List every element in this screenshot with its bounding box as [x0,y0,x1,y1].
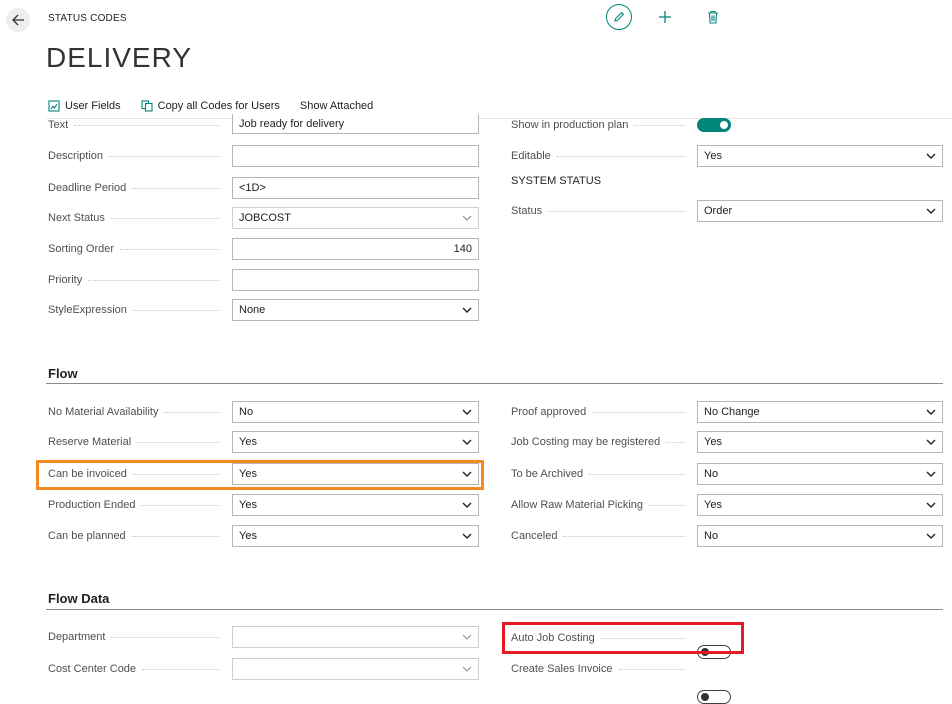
allow-raw-material-picking-label: Allow Raw Material Picking [511,497,691,513]
chevron-down-icon [462,666,472,672]
flow-data-section-divider [46,609,943,610]
production-ended-label: Production Ended [48,497,226,513]
action-bar: User Fields Copy all Codes for Users Sho… [48,100,373,112]
proof-approved-select[interactable]: No Change [697,401,943,423]
chevron-down-icon [462,533,472,539]
chevron-down-icon [926,471,936,477]
no-material-availability-label: No Material Availability [48,404,226,420]
canceled-label: Canceled [511,528,691,544]
plus-icon [659,11,671,23]
next-status-lookup[interactable]: JOBCOST [232,207,479,229]
chevron-down-icon [462,502,472,508]
department-lookup[interactable] [232,626,479,648]
chevron-down-icon [926,439,936,445]
to-be-archived-label: To be Archived [511,466,691,482]
page-title: DELIVERY [46,42,192,73]
job-costing-registered-select[interactable]: Yes [697,431,943,453]
status-label: Status [511,203,691,219]
text-input[interactable]: Job ready for delivery [232,114,479,134]
highlight-auto-job-costing [502,622,744,654]
can-be-planned-select[interactable]: Yes [232,525,479,547]
create-sales-invoice-label: Create Sales Invoice [511,661,691,677]
cost-center-code-label: Cost Center Code [48,661,226,677]
flow-section-title: Flow [48,366,78,381]
sorting-order-label: Sorting Order [48,241,226,257]
production-ended-select[interactable]: Yes [232,494,479,516]
no-material-availability-select[interactable]: No [232,401,479,423]
show-attached-label: Show Attached [299,100,374,112]
department-label: Department [48,629,226,645]
style-expression-select[interactable]: None [232,299,479,321]
text-label: Text [48,118,226,132]
copy-codes-action[interactable]: Copy all Codes for Users [141,100,280,112]
flow-section-divider [46,383,943,384]
flow-data-section-title: Flow Data [48,591,110,606]
arrow-left-icon [12,14,24,26]
chevron-down-icon [462,215,472,221]
style-expression-label: StyleExpression [48,302,226,318]
editable-select[interactable]: Yes [697,145,943,167]
status-select[interactable]: Order [697,200,943,222]
chevron-down-icon [926,208,936,214]
copy-icon [141,100,153,112]
show-attached-action[interactable]: Show Attached [300,100,373,112]
job-costing-registered-label: Job Costing may be registered [511,434,691,450]
back-button[interactable] [6,8,30,32]
toggle-knob [720,121,728,129]
pencil-icon [614,11,625,22]
user-fields-label: User Fields [65,100,121,112]
chevron-down-icon [926,409,936,415]
highlight-production-ended [36,460,484,490]
chevron-down-icon [462,409,472,415]
next-status-label: Next Status [48,210,226,226]
to-be-archived-select[interactable]: No [697,463,943,485]
cost-center-code-lookup[interactable] [232,658,479,680]
editable-label: Editable [511,148,691,164]
proof-approved-label: Proof approved [511,404,691,420]
chevron-down-icon [926,533,936,539]
allow-raw-material-picking-select[interactable]: Yes [697,494,943,516]
create-sales-invoice-toggle[interactable] [697,690,731,704]
priority-input[interactable] [232,269,479,291]
sorting-order-input[interactable]: 140 [232,238,479,260]
reserve-material-label: Reserve Material [48,434,226,450]
delete-button[interactable] [704,8,722,26]
chevron-down-icon [462,634,472,640]
copy-codes-label: Copy all Codes for Users [157,100,280,112]
chevron-down-icon [462,439,472,445]
priority-label: Priority [48,272,226,288]
user-fields-icon [48,100,60,112]
canceled-select[interactable]: No [697,525,943,547]
deadline-period-label: Deadline Period [48,180,226,196]
description-label: Description [48,148,226,164]
deadline-period-input[interactable]: <1D> [232,177,479,199]
description-input[interactable] [232,145,479,167]
chevron-down-icon [926,153,936,159]
chevron-down-icon [926,502,936,508]
reserve-material-select[interactable]: Yes [232,431,479,453]
can-be-planned-label: Can be planned [48,528,226,544]
edit-button[interactable] [606,4,632,30]
page-caption: STATUS CODES [48,13,127,24]
user-fields-action[interactable]: User Fields [48,100,121,112]
show-in-plan-toggle[interactable] [697,118,731,132]
trash-icon [708,10,718,24]
new-button[interactable] [656,8,674,26]
show-in-plan-label: Show in production plan [511,118,691,132]
system-status-heading: SYSTEM STATUS [511,175,602,187]
chevron-down-icon [462,307,472,313]
